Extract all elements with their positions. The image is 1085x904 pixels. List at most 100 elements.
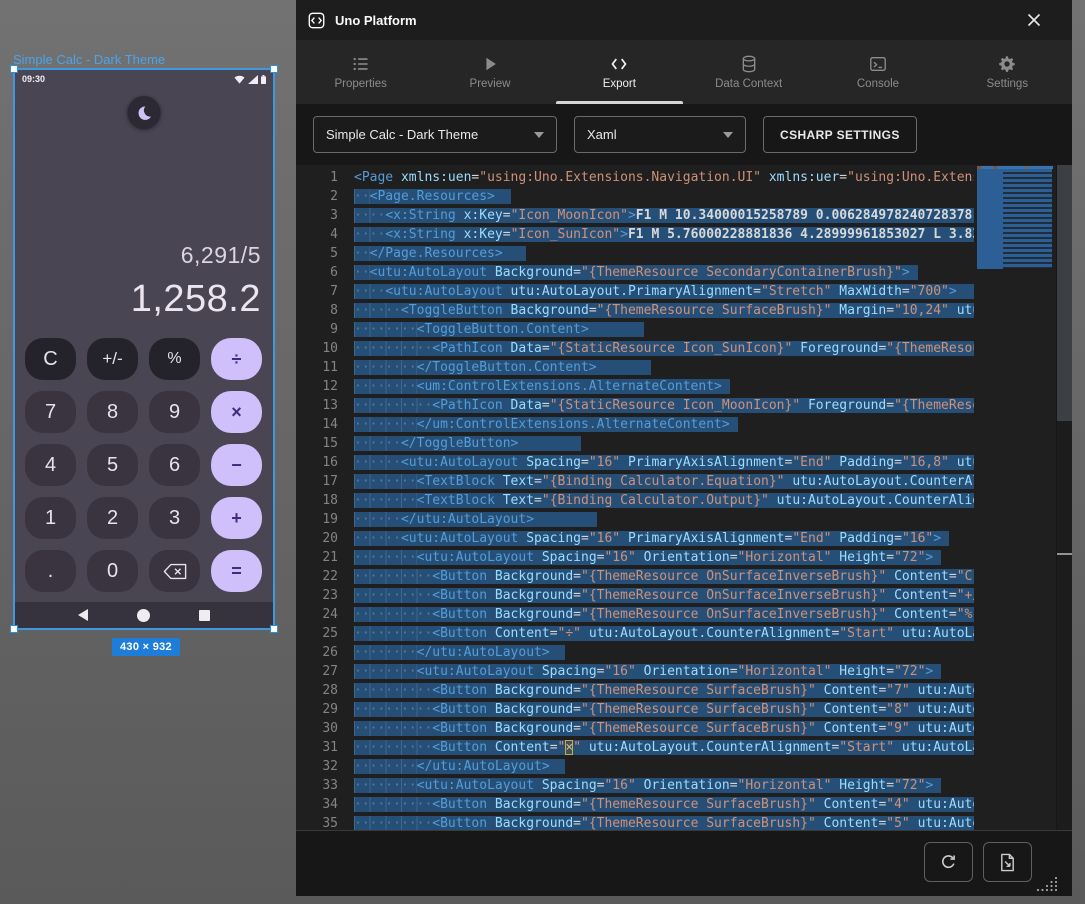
- tab-data-context[interactable]: Data Context: [684, 40, 813, 104]
- code-line[interactable]: 25··········<Button Content="÷" utu:Auto…: [296, 624, 974, 643]
- code-line[interactable]: 28··········<Button Background="{ThemeRe…: [296, 681, 974, 700]
- code-line[interactable]: 8······<ToggleButton Background="{ThemeR…: [296, 301, 974, 320]
- calc-key-÷[interactable]: ÷: [211, 338, 262, 380]
- uno-platform-window: Uno Platform PropertiesPreviewExportData…: [296, 0, 1072, 896]
- calc-key-8[interactable]: 8: [87, 391, 138, 433]
- code-line[interactable]: 10··········<PathIcon Data="{StaticResou…: [296, 339, 974, 358]
- code-line[interactable]: 13··········<PathIcon Data="{StaticResou…: [296, 396, 974, 415]
- status-bar: 09:30: [15, 70, 273, 88]
- tab-preview[interactable]: Preview: [425, 40, 554, 104]
- code-line[interactable]: 27········<utu:AutoLayout Spacing="16" O…: [296, 662, 974, 681]
- calc-key-1[interactable]: 1: [25, 497, 76, 539]
- preview-icon: [481, 55, 499, 73]
- calc-key-4[interactable]: 4: [25, 444, 76, 486]
- tab-export[interactable]: Export: [555, 40, 684, 104]
- code-line[interactable]: 11········</ToggleButton.Content>: [296, 358, 974, 377]
- calc-key-7[interactable]: 7: [25, 391, 76, 433]
- selection-handle-top-left[interactable]: [10, 65, 18, 73]
- code-line[interactable]: 29··········<Button Background="{ThemeRe…: [296, 700, 974, 719]
- code-line[interactable]: 18········<TextBlock Text="{Binding Calc…: [296, 491, 974, 510]
- window-title-bar: Uno Platform: [296, 0, 1072, 40]
- window-resize-grip[interactable]: [1036, 876, 1058, 893]
- theme-toggle-button[interactable]: [128, 96, 161, 129]
- tab-settings[interactable]: Settings: [943, 40, 1072, 104]
- csharp-settings-button[interactable]: CSHARP SETTINGS: [763, 116, 917, 153]
- phone-frame[interactable]: 09:30 6,291/5 1,258.2 C+/-%÷789×456−123+…: [13, 68, 275, 630]
- calc-key-C[interactable]: C: [25, 338, 76, 380]
- code-line[interactable]: 19······</utu:AutoLayout>: [296, 510, 974, 529]
- uno-platform-logo-icon: [308, 12, 325, 29]
- code-line[interactable]: 20······<utu:AutoLayout Spacing="16" Pri…: [296, 529, 974, 548]
- code-line[interactable]: 1<Page xmlns:uen="using:Uno.Extensions.N…: [296, 168, 974, 187]
- code-line[interactable]: 23··········<Button Background="{ThemeRe…: [296, 586, 974, 605]
- calc-key-=[interactable]: =: [211, 550, 262, 592]
- code-line[interactable]: 26········</utu:AutoLayout>: [296, 643, 974, 662]
- minimap[interactable]: [974, 165, 1056, 830]
- calc-key-2[interactable]: 2: [87, 497, 138, 539]
- format-select[interactable]: Xaml: [574, 116, 746, 153]
- code-editor[interactable]: 1<Page xmlns:uen="using:Uno.Extensions.N…: [296, 165, 1072, 830]
- editor-scrollbar[interactable]: [1056, 165, 1072, 830]
- code-line[interactable]: 6··<utu:AutoLayout Background="{ThemeRes…: [296, 263, 974, 282]
- backspace-icon: [163, 563, 187, 580]
- calc-key-backspace[interactable]: [149, 550, 200, 592]
- calc-key-6[interactable]: 6: [149, 444, 200, 486]
- code-line[interactable]: 24··········<Button Background="{ThemeRe…: [296, 605, 974, 624]
- code-line[interactable]: 17········<TextBlock Text="{Binding Calc…: [296, 472, 974, 491]
- code-line[interactable]: 22··········<Button Background="{ThemeRe…: [296, 567, 974, 586]
- project-select[interactable]: Simple Calc - Dark Theme: [313, 116, 557, 153]
- line-number: 12: [296, 377, 338, 396]
- code-line[interactable]: 21········<utu:AutoLayout Spacing="16" O…: [296, 548, 974, 567]
- code-line[interactable]: 4····<x:String x:Key="Icon_SunIcon">F1 M…: [296, 225, 974, 244]
- code-line[interactable]: 14········</um:ControlExtensions.Alterna…: [296, 415, 974, 434]
- code-line[interactable]: 35··········<Button Background="{ThemeRe…: [296, 814, 974, 830]
- code-line[interactable]: 9········<ToggleButton.Content>: [296, 320, 974, 339]
- calc-key-−[interactable]: −: [211, 444, 262, 486]
- line-number: 5: [296, 244, 338, 263]
- calc-key-9[interactable]: 9: [149, 391, 200, 433]
- code-line[interactable]: 30··········<Button Background="{ThemeRe…: [296, 719, 974, 738]
- format-select-value: Xaml: [587, 127, 617, 142]
- code-line[interactable]: 7····<utu:AutoLayout utu:AutoLayout.Prim…: [296, 282, 974, 301]
- tab-console[interactable]: Console: [813, 40, 942, 104]
- code-line[interactable]: 12········<um:ControlExtensions.Alternat…: [296, 377, 974, 396]
- code-line[interactable]: 5··</Page.Resources>: [296, 244, 974, 263]
- code-line[interactable]: 2··<Page.Resources>: [296, 187, 974, 206]
- code-line[interactable]: 15······</ToggleButton>: [296, 434, 974, 453]
- nav-back-icon[interactable]: [78, 609, 88, 621]
- nav-recents-icon[interactable]: [199, 610, 210, 621]
- line-number: 31: [296, 738, 338, 757]
- line-number: 6: [296, 263, 338, 282]
- calc-key-5[interactable]: 5: [87, 444, 138, 486]
- code-line[interactable]: 33········<utu:AutoLayout Spacing="16" O…: [296, 776, 974, 795]
- calc-key-.[interactable]: .: [25, 550, 76, 592]
- battery-icon: [261, 75, 266, 84]
- code-line[interactable]: 32········</utu:AutoLayout>: [296, 757, 974, 776]
- window-title: Uno Platform: [335, 13, 1026, 28]
- code-line[interactable]: 16······<utu:AutoLayout Spacing="16" Pri…: [296, 453, 974, 472]
- code-line[interactable]: 3····<x:String x:Key="Icon_MoonIcon">F1 …: [296, 206, 974, 225]
- close-icon[interactable]: [1026, 12, 1042, 28]
- tab-properties[interactable]: Properties: [296, 40, 425, 104]
- calc-key-0[interactable]: 0: [87, 550, 138, 592]
- calc-key-+/-[interactable]: +/-: [87, 338, 138, 380]
- scrollbar-thumb[interactable]: [1057, 165, 1072, 421]
- line-number: 19: [296, 510, 338, 529]
- code-line[interactable]: 31··········<Button Content="×" utu:Auto…: [296, 738, 974, 757]
- nav-home-icon[interactable]: [137, 609, 150, 622]
- line-number: 15: [296, 434, 338, 453]
- device-label[interactable]: Simple Calc - Dark Theme: [13, 52, 165, 67]
- status-icons: [234, 75, 266, 84]
- code-line[interactable]: 34··········<Button Background="{ThemeRe…: [296, 795, 974, 814]
- selection-handle-top-right[interactable]: [270, 65, 278, 73]
- moon-icon: [135, 104, 153, 122]
- selection-handle-bottom-right[interactable]: [270, 625, 278, 633]
- calc-key-×[interactable]: ×: [211, 391, 262, 433]
- selection-handle-bottom-left[interactable]: [10, 625, 18, 633]
- export-file-button[interactable]: [983, 842, 1032, 882]
- refresh-button[interactable]: [924, 842, 973, 882]
- calc-key-+[interactable]: +: [211, 497, 262, 539]
- calc-key-3[interactable]: 3: [149, 497, 200, 539]
- line-number: 30: [296, 719, 338, 738]
- calc-key-%[interactable]: %: [149, 338, 200, 380]
